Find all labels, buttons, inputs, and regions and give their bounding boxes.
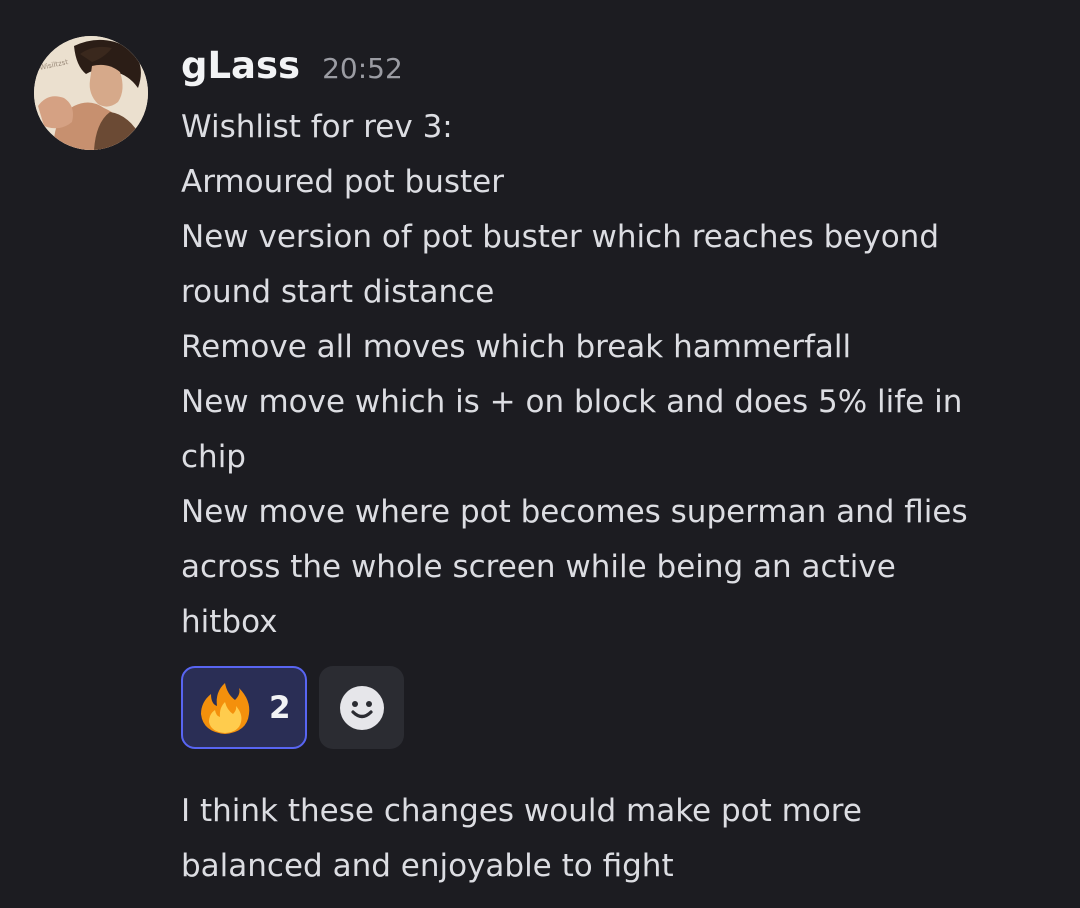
- message-line: Wishlist for rev 3:: [181, 109, 453, 145]
- message-line: hitbox: [181, 604, 278, 640]
- avatar[interactable]: Wisiltzst: [34, 36, 148, 150]
- fire-icon: [201, 682, 250, 734]
- message-line: New move where pot becomes superman and …: [181, 494, 968, 530]
- reaction-fire[interactable]: 2: [181, 666, 307, 749]
- message-line: I think these changes would make pot mor…: [181, 793, 862, 829]
- message-line: Remove all moves which break hammerfall: [181, 329, 852, 365]
- message-line: chip: [181, 439, 246, 475]
- timestamp: 20:52: [322, 52, 403, 85]
- smiley-face-icon: [339, 685, 384, 730]
- followup-message: I think these changes would make pot mor…: [181, 784, 1061, 894]
- add-reaction-button[interactable]: [319, 666, 404, 749]
- reaction-count: 2: [269, 689, 291, 726]
- username[interactable]: gLass: [181, 44, 300, 87]
- message-body: Wishlist for rev 3: Armoured pot buster …: [181, 100, 1061, 650]
- message-line: New move which is + on block and does 5%…: [181, 384, 963, 420]
- chat-message: Wisiltzst gLass 20:52 Wishlist for rev 3…: [0, 0, 1080, 908]
- avatar-image: Wisiltzst: [34, 36, 148, 150]
- message-line: Armoured pot buster: [181, 164, 504, 200]
- message-header: gLass 20:52: [181, 44, 1061, 96]
- message-line: balanced and enjoyable to fight: [181, 848, 674, 884]
- message-line: New version of pot buster which reaches …: [181, 219, 940, 255]
- reaction-bar: 2: [181, 666, 404, 749]
- message-line: round start distance: [181, 274, 495, 310]
- message-content: gLass 20:52 Wishlist for rev 3: Armoured…: [181, 44, 1061, 650]
- message-line: across the whole screen while being an a…: [181, 549, 896, 585]
